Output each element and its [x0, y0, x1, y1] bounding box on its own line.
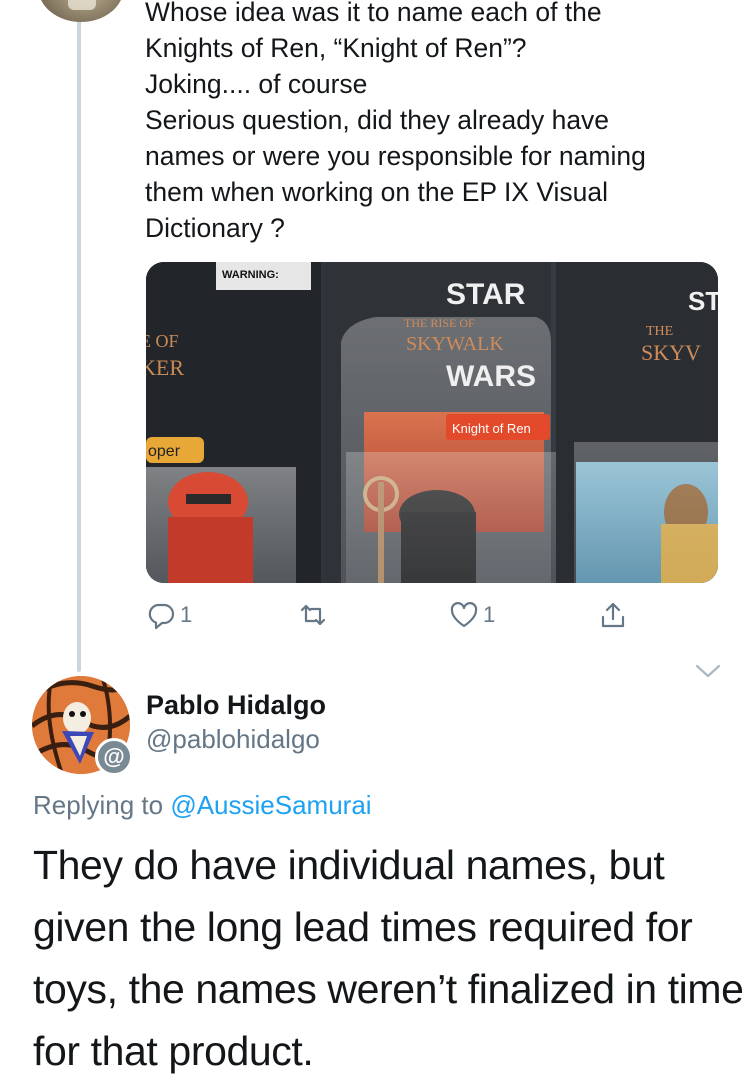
- share-button[interactable]: [598, 598, 628, 632]
- logo-skywalker: SKYWALK: [406, 333, 504, 355]
- reply-count: 1: [180, 602, 193, 627]
- logo-the-rise: THE RISE OF: [404, 316, 475, 330]
- retweet-icon: [300, 604, 326, 626]
- left-tag: oper: [148, 443, 181, 460]
- tweet-line: Knights of Ren, “Knight of Ren”?: [145, 33, 527, 63]
- replying-to-mention[interactable]: @AussieSamurai: [170, 790, 371, 820]
- replying-to: Replying to @AussieSamurai: [33, 790, 372, 821]
- tweet-line: Dictionary ?: [145, 213, 285, 243]
- replying-prefix: Replying to: [33, 790, 164, 820]
- knight-of-ren-tag: Knight of Ren: [452, 421, 531, 436]
- parent-action-bar: 1 1: [146, 598, 646, 632]
- tweet-line: Joking.... of course: [145, 69, 368, 99]
- reply-tweet-text: They do have individual names, but given…: [33, 834, 744, 1082]
- reply-line: toys, the names weren’t finalized in tim…: [33, 966, 744, 1012]
- logo-wars: WARS: [446, 360, 536, 393]
- share-icon: [601, 602, 625, 628]
- chevron-down-icon[interactable]: [694, 662, 722, 680]
- parent-avatar[interactable]: [38, 0, 124, 22]
- tweet-line: them when working on the EP IX Visual: [145, 177, 609, 207]
- warning-label: WARNING:: [222, 269, 279, 281]
- left-logo-2: KER: [146, 355, 184, 380]
- reply-button[interactable]: 1: [146, 598, 192, 632]
- right-logo-2: SKYV: [641, 340, 701, 365]
- thread-line: [77, 10, 81, 672]
- reply-line: for that product.: [33, 1028, 314, 1074]
- display-name[interactable]: Pablo Hidalgo: [146, 690, 326, 721]
- like-button[interactable]: 1: [449, 598, 495, 632]
- reply-icon: [148, 603, 175, 630]
- left-logo-1: E OF: [146, 331, 179, 351]
- retweet-button[interactable]: [298, 598, 332, 632]
- tweet-line: names or were you responsible for naming: [145, 141, 646, 171]
- tweet-line: Whose idea was it to name each of the: [145, 0, 602, 27]
- user-handle[interactable]: @pablohidalgo: [146, 724, 320, 755]
- logo-star: STAR: [446, 278, 526, 311]
- tweet-media-image[interactable]: WARNING: E OF KER oper STAR THE RISE OF …: [146, 262, 718, 583]
- reply-line: They do have individual names, but: [33, 842, 665, 888]
- parent-tweet-text: Whose idea was it to name each of the Kn…: [145, 0, 725, 246]
- like-count: 1: [483, 602, 496, 627]
- right-logo-3: ST: [688, 286, 718, 316]
- toy-packages-photo: WARNING: E OF KER oper STAR THE RISE OF …: [146, 262, 718, 583]
- reply-line: given the long lead times required for: [33, 904, 693, 950]
- tweet-line: Serious question, did they already have: [145, 105, 610, 135]
- like-icon: [450, 602, 478, 628]
- at-badge-icon: @: [95, 738, 133, 776]
- right-logo-1: THE: [646, 324, 673, 339]
